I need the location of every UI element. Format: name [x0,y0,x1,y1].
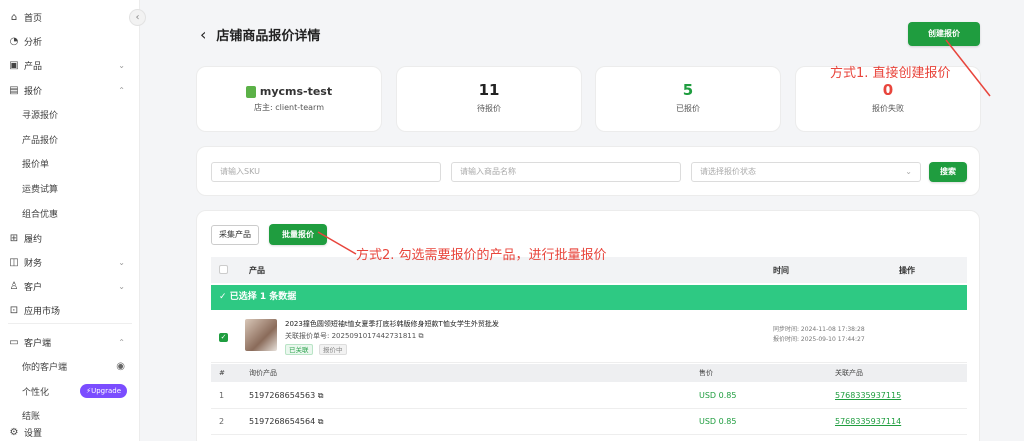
chevron-up-icon: ⌃ [118,337,125,347]
product-name-input[interactable]: 请输入商品名称 [451,162,681,182]
annotation-method-1: 方式1. 直接创建报价 [830,66,951,81]
pending-label: 待报价 [477,104,501,113]
table-row: 1 5197268654563 ⧉ USD 0.85 5768335937115 [211,383,967,409]
sidebar-collapse-button[interactable]: ‹ [129,9,146,26]
batch-quote-button[interactable]: 批量报价 [269,224,327,245]
home-icon: ⌂ [10,11,18,23]
collect-products-button[interactable]: 采集产品 [211,225,259,245]
done-count: 5 [682,81,694,99]
pending-card: 11 待报价 [396,66,582,132]
sidebar-item-bundle-discount[interactable]: 组合优惠 [0,201,139,225]
time-info: 同步时间: 2024-11-08 17:38:28 报价时间: 2025-09-… [773,326,865,343]
quote-number: 关联报价单号: 2025091017442731811 ⧉ [285,332,424,340]
apps-icon: ⊡ [9,304,19,316]
check-icon: ✓ [219,292,230,302]
failed-count: 0 [882,81,894,99]
monitor-icon: ▭ [9,336,19,348]
linked-product-link[interactable]: 5768335937114 [835,409,901,435]
sidebar-item-products[interactable]: ▣ 产品 ⌄ [0,53,139,77]
failed-label: 报价失败 [872,104,904,113]
page-title: ‹ 店铺商品报价详情 [200,25,321,44]
sidebar-item-customers[interactable]: ♙ 客户 ⌄ [0,274,139,298]
chevron-up-icon: ⌃ [118,85,125,95]
copy-icon[interactable]: ⧉ [318,391,324,400]
back-arrow-icon[interactable]: ‹ [200,25,206,44]
filter-bar: 请输入SKU 请输入商品名称 请选择报价状态 ⌄ 搜索 [196,146,980,196]
customer-icon: ♙ [9,280,19,292]
upgrade-badge[interactable]: ⚡Upgrade [80,384,127,398]
sidebar-item-home[interactable]: ⌂ 首页 [0,5,139,29]
fulfill-icon: ⊞ [9,232,19,244]
annotation-method-2: 方式2. 勾选需要报价的产品，进行批量报价 [356,248,607,263]
eye-icon[interactable]: ◉ [116,361,125,372]
done-label: 已报价 [676,104,700,113]
row-checkbox[interactable]: ✓ [219,333,228,342]
create-quote-button[interactable]: 创建报价 [908,22,980,46]
sidebar-item-app-market[interactable]: ⊡ 应用市场 [0,298,139,322]
gear-icon: ⚙ [9,426,19,438]
sidebar-item-settings[interactable]: ⚙ 设置 [0,420,139,441]
copy-icon[interactable]: ⧉ [318,417,324,426]
store-name: mycms-test [259,85,333,98]
chevron-left-icon: ‹ [135,12,140,23]
box-icon: ▣ [9,59,19,71]
product-thumbnail [245,319,277,351]
copy-icon[interactable]: ⧉ [418,332,423,340]
product-row: ✓ 2023撞色圆领短袖t恤女夏季打底衫韩版修身短款T恤女学生外贸批发 关联报价… [211,311,967,363]
linked-product-link[interactable]: 5768335937115 [835,383,901,409]
selection-bar: ✓ 已选择 1 条数据 [211,285,967,310]
sidebar-item-product-quote[interactable]: 产品报价 [0,127,139,151]
chevron-down-icon: ⌄ [118,257,125,267]
quote-icon: ▤ [9,84,19,96]
sidebar-item-personalize[interactable]: 个性化 ⚡Upgrade [0,379,139,403]
sidebar-item-client[interactable]: ▭ 客户端 ⌃ [0,330,139,354]
product-title[interactable]: 2023撞色圆领短袖t恤女夏季打底衫韩版修身短款T恤女学生外贸批发 [285,319,499,329]
status-select[interactable]: 请选择报价状态 ⌄ [691,162,921,182]
linked-tag: 已关联 [285,344,313,355]
sku-input[interactable]: 请输入SKU [211,162,441,182]
sidebar-item-quotes[interactable]: ▤ 报价 ⌃ [0,78,139,102]
table-row: 2 5197268654564 ⧉ USD 0.85 5768335937114 [211,409,967,435]
sidebar-item-fulfillment[interactable]: ⊞ 履约 [0,226,139,250]
variant-header: # 询价产品 售价 关联产品 [211,364,967,382]
sidebar-item-sourcing-quote[interactable]: 寻源报价 [0,102,139,126]
sidebar: ⌂ 首页 ◔ 分析 ▣ 产品 ⌄ ▤ 报价 ⌃ 寻源报价 产品报价 报价单 运费试算 组合优… [0,0,140,441]
store-card: mycms-test 店主: client-tearm [196,66,382,132]
done-card: 5 已报价 [595,66,781,132]
shopify-bag-icon [245,85,256,98]
pending-count: 11 [478,81,500,99]
select-all-checkbox[interactable] [219,265,228,274]
chevron-down-icon: ⌄ [118,281,125,291]
chevron-down-icon: ⌄ [118,60,125,70]
sidebar-divider [8,323,132,324]
sidebar-item-finance[interactable]: ◫ 财务 ⌄ [0,250,139,274]
finance-icon: ◫ [9,256,19,268]
main-content: ‹ 店铺商品报价详情 创建报价 mycms-test 店主: client-te… [140,0,1024,441]
sidebar-item-quote-list[interactable]: 报价单 [0,151,139,175]
sidebar-item-your-client[interactable]: 你的客户端 ◉ [0,354,139,378]
quoting-tag: 报价中 [319,344,347,355]
chevron-down-icon: ⌄ [905,167,912,176]
store-owner: 店主: client-tearm [254,103,324,112]
sidebar-item-shipping-calc[interactable]: 运费试算 [0,176,139,200]
search-button[interactable]: 搜索 [929,162,967,182]
chart-icon: ◔ [9,35,19,47]
sidebar-item-analytics[interactable]: ◔ 分析 [0,29,139,53]
